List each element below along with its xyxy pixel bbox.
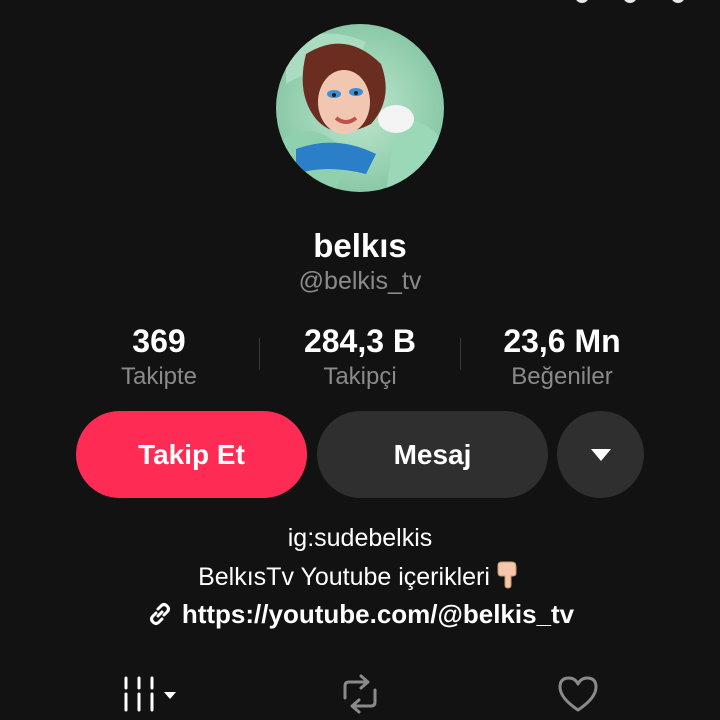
- message-button-label: Mesaj: [393, 438, 472, 470]
- follow-button-label: Takip Et: [138, 438, 245, 470]
- avatar[interactable]: [276, 24, 444, 192]
- stat-likes[interactable]: 23,6 Mn Beğeniler: [482, 320, 642, 392]
- link-icon: [149, 603, 170, 625]
- stat-followers-value: 284,3 B: [303, 323, 417, 359]
- stat-divider: [460, 338, 461, 370]
- stat-likes-value: 23,6 Mn: [503, 323, 621, 359]
- stat-following[interactable]: 369 Takipte: [89, 320, 229, 392]
- tab-liked[interactable]: [552, 672, 604, 716]
- follow-button[interactable]: Takip Et: [76, 411, 307, 498]
- profile-link-url: https://youtube.com/@belkis_tv: [181, 599, 575, 629]
- bio-line-description: BelkısTv Youtube içerikleri: [0, 559, 720, 597]
- stat-divider: [259, 338, 260, 370]
- status-icon: [623, 0, 637, 3]
- repost-icon: [343, 674, 377, 714]
- bio-line-instagram: ig:sudebelkis: [287, 524, 433, 552]
- status-icon: [671, 0, 685, 3]
- avatar-image: [276, 24, 444, 192]
- more-options-button[interactable]: [557, 411, 644, 498]
- stat-likes-label: Beğeniler: [511, 363, 613, 390]
- message-button[interactable]: Mesaj: [317, 411, 548, 498]
- stat-following-label: Takipte: [120, 363, 198, 390]
- tab-reposts[interactable]: [333, 672, 387, 716]
- username-handle: @belkis_tv: [298, 267, 422, 295]
- chevron-down-icon: [164, 692, 176, 699]
- tab-videos[interactable]: [116, 672, 180, 716]
- stat-followers[interactable]: 284,3 B Takipçi: [280, 320, 440, 392]
- hand-pointing-down-icon: [492, 559, 522, 597]
- grid-videos-icon: [124, 676, 176, 712]
- caret-down-icon: [590, 448, 611, 461]
- status-icon: [575, 0, 589, 3]
- bio-description-text: BelkısTv Youtube içerikleri: [198, 563, 490, 591]
- top-status-icons-clipped: [575, 0, 685, 6]
- heart-outline-icon: [558, 676, 598, 712]
- stat-followers-label: Takipçi: [323, 363, 397, 390]
- display-name: belkıs: [313, 227, 407, 264]
- profile-link[interactable]: https://youtube.com/@belkis_tv: [0, 596, 720, 632]
- stat-following-value: 369: [132, 323, 186, 359]
